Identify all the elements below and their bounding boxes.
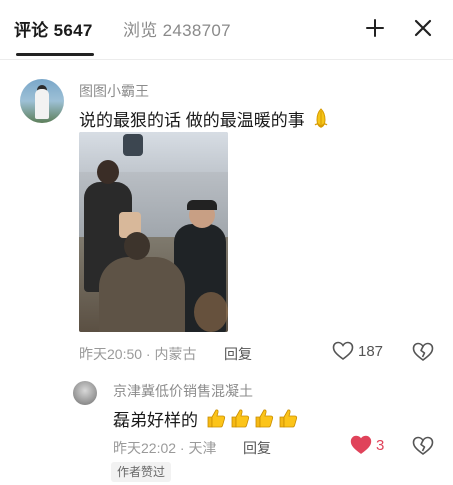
- avatar[interactable]: [20, 79, 64, 123]
- shrink-button[interactable]: [360, 13, 390, 43]
- thumbs-up-icon: [279, 409, 297, 428]
- heart-outline-icon: [332, 341, 354, 360]
- pray-hands-icon: [315, 108, 328, 129]
- reply-username[interactable]: 京津冀低价销售混凝土: [113, 381, 253, 401]
- shrink-icon: [366, 19, 384, 37]
- close-button[interactable]: [408, 13, 438, 43]
- thumbs-up-emojis: [203, 409, 299, 430]
- reply-avatar[interactable]: [73, 381, 97, 405]
- comment-text-content: 说的最狠的话 做的最温暖的事: [79, 111, 305, 130]
- broken-heart-icon: [412, 342, 434, 361]
- comment-timestamp: 昨天20:50 · 内蒙古: [79, 346, 197, 362]
- author-liked-badge: 作者赞过: [111, 462, 172, 482]
- active-tab-indicator: [16, 53, 94, 56]
- like-button[interactable]: 187: [332, 341, 383, 361]
- reply-button[interactable]: 回复: [224, 344, 252, 364]
- thumbs-up-icon: [231, 409, 249, 428]
- broken-heart-icon: [412, 436, 434, 455]
- header-divider: [0, 59, 453, 60]
- tab-views[interactable]: 浏览 2438707: [123, 16, 231, 41]
- dislike-button[interactable]: [412, 342, 434, 367]
- comment-text: 说的最狠的话 做的最温暖的事: [79, 106, 331, 131]
- thumbs-up-icon: [255, 409, 273, 428]
- comment-panel-header: 评论 5647 浏览 2438707: [0, 0, 453, 58]
- comment-username[interactable]: 图图小霸王: [79, 81, 149, 101]
- comment-photo[interactable]: [79, 132, 228, 332]
- reply-dislike-button[interactable]: [412, 436, 434, 461]
- heart-filled-icon: [350, 435, 372, 454]
- thumbs-up-icon: [207, 409, 225, 428]
- like-count: 187: [358, 342, 384, 360]
- tab-comments[interactable]: 评论 5647: [14, 16, 93, 41]
- reply-text-content: 磊弟好样的: [113, 411, 198, 430]
- reply-like-count: 3: [376, 436, 385, 454]
- reply-reply-button[interactable]: 回复: [243, 438, 271, 458]
- reply-text: 磊弟好样的: [113, 406, 299, 431]
- close-icon: [414, 19, 432, 37]
- reply-timestamp: 昨天22:02 · 天津: [113, 440, 217, 456]
- reply-like-button[interactable]: 3: [350, 435, 384, 455]
